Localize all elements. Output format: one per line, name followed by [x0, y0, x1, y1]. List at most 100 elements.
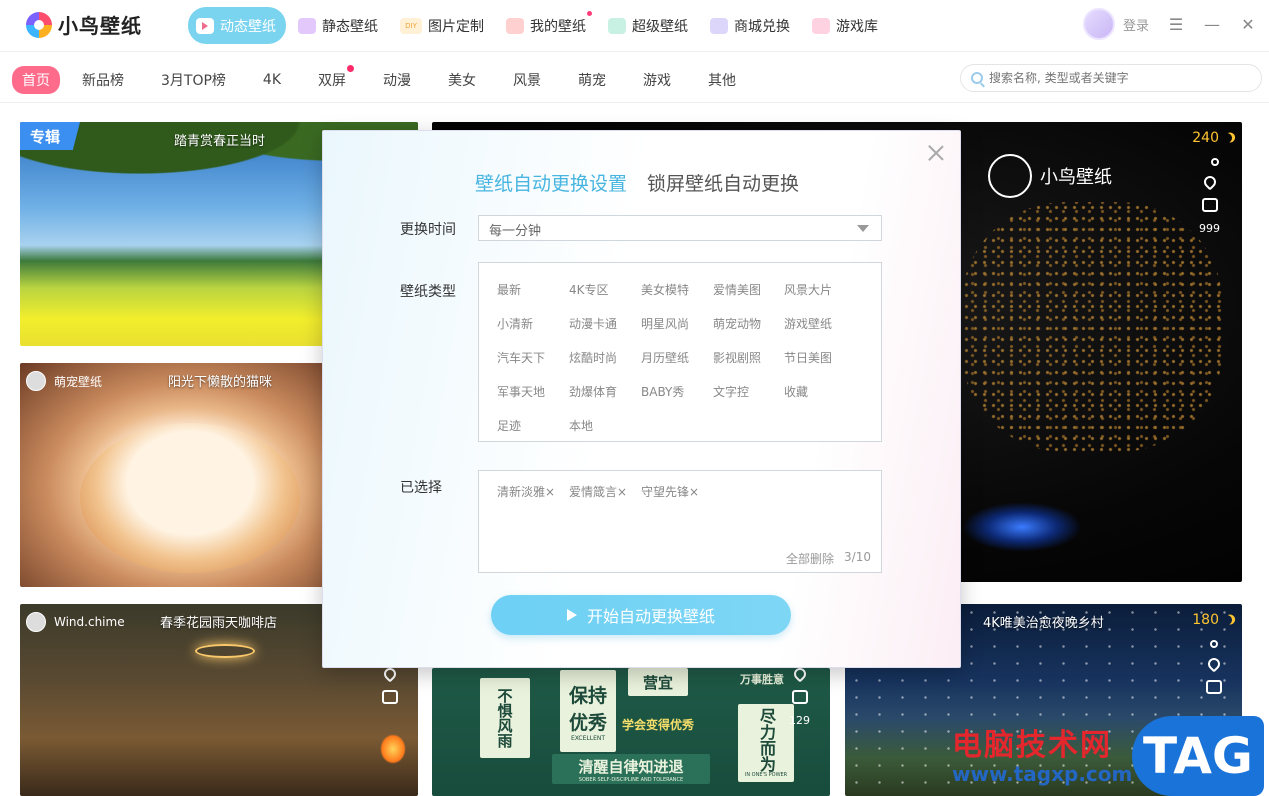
type-option[interactable]: 明星风尚: [641, 315, 689, 332]
tab-wallpaper-auto-change[interactable]: 壁纸自动更换设置: [475, 169, 627, 196]
card-actions: [381, 665, 399, 704]
note-subtext: EXCELLENT: [570, 734, 606, 742]
type-option[interactable]: 4K专区: [569, 281, 609, 298]
card-user: 萌宠壁纸: [26, 371, 102, 391]
category-march-top[interactable]: 3月TOP榜: [151, 66, 236, 94]
type-option[interactable]: 劲爆体育: [569, 383, 617, 400]
fireplace-decoration: [380, 734, 406, 764]
nav-item-game-library[interactable]: 游戏库: [804, 7, 888, 44]
comment-icon[interactable]: [1201, 198, 1218, 212]
diy-icon: DIY: [400, 17, 422, 34]
note-text: 清醒自律知进退: [578, 757, 684, 776]
comment-icon[interactable]: [1206, 680, 1222, 694]
note-card: 不惧风雨: [480, 678, 530, 758]
type-option[interactable]: 动漫卡通: [569, 315, 617, 332]
type-option[interactable]: 收藏: [784, 383, 808, 400]
selected-chip[interactable]: 守望先锋×: [641, 483, 699, 500]
category-home[interactable]: 首页: [12, 66, 60, 94]
category-other[interactable]: 其他: [698, 66, 746, 94]
close-window-icon[interactable]: ✕: [1239, 15, 1257, 34]
type-option[interactable]: 炫酷时尚: [569, 349, 617, 366]
type-option[interactable]: 影视剧照: [713, 349, 761, 366]
type-option[interactable]: 文字控: [713, 383, 749, 400]
type-option[interactable]: 节日美图: [784, 349, 832, 366]
chandelier-decoration: [195, 644, 255, 658]
watermark-site-name: 电脑技术网: [952, 728, 1112, 763]
heart-icon[interactable]: [381, 665, 399, 683]
nav-item-dynamic-wallpaper[interactable]: 动态壁纸: [188, 7, 286, 44]
comment-count: 129: [789, 714, 810, 727]
share-icon[interactable]: [1210, 640, 1218, 648]
start-button-label: 开始自动更换壁纸: [586, 607, 715, 626]
nav-label: 静态壁纸: [322, 18, 378, 35]
category-list: 首页 新品榜 3月TOP榜 4K 双屏 动漫 美女 风景 萌宠 游戏 其他: [12, 65, 763, 94]
share-icon[interactable]: [1210, 158, 1219, 166]
wallpaper-card-motivation[interactable]: 不惧风雨 保持优秀 EXCELLENT 营宜 万事胜意 学会变得优秀 清醒自律知…: [432, 668, 830, 796]
type-option[interactable]: 萌宠动物: [713, 315, 761, 332]
interval-select[interactable]: 每一分钟: [478, 215, 882, 241]
wallpaper-card-cat[interactable]: 萌宠壁纸 阳光下懒散的猫咪: [20, 363, 326, 587]
type-option[interactable]: 小清新: [497, 315, 533, 332]
nav-item-static-wallpaper[interactable]: 静态壁纸: [290, 7, 388, 44]
nav-label: 商城兑换: [734, 18, 790, 35]
category-pets[interactable]: 萌宠: [568, 66, 616, 94]
nav-label: 超级壁纸: [632, 18, 688, 35]
window-controls: 登录 ☰ — ✕: [1082, 8, 1257, 40]
type-option[interactable]: 本地: [569, 417, 593, 434]
app-logo[interactable]: 小鸟壁纸: [26, 10, 142, 39]
tab-lockscreen-auto-change[interactable]: 锁屏壁纸自动更换: [647, 169, 799, 196]
category-4k[interactable]: 4K: [253, 68, 291, 92]
type-option[interactable]: 爱情美图: [713, 281, 761, 298]
start-auto-change-button[interactable]: 开始自动更换壁纸: [491, 595, 791, 635]
note-text: 保持优秀: [568, 684, 607, 734]
heart-icon[interactable]: [1201, 173, 1218, 191]
type-option[interactable]: 最新: [497, 281, 521, 298]
nav-item-store-exchange[interactable]: 商城兑换: [702, 7, 800, 44]
category-new[interactable]: 新品榜: [72, 66, 134, 94]
comment-icon[interactable]: [382, 690, 398, 704]
menu-icon[interactable]: ☰: [1167, 15, 1185, 34]
motto-text: 学会变得优秀: [622, 718, 695, 732]
category-scenery[interactable]: 风景: [503, 66, 551, 94]
card-actions: 129: [789, 668, 810, 727]
auto-change-settings-dialog: 壁纸自动更换设置 锁屏壁纸自动更换 更换时间 每一分钟 壁纸类型 最新 4K专区…: [322, 130, 961, 668]
type-option[interactable]: BABY秀: [641, 383, 684, 400]
search-icon: [971, 72, 983, 84]
login-link[interactable]: 登录: [1123, 15, 1149, 34]
category-games[interactable]: 游戏: [633, 66, 681, 94]
nav-item-my-wallpaper[interactable]: 我的壁纸: [498, 7, 596, 44]
selected-footer: 全部删除 3/10: [786, 550, 871, 567]
comment-icon[interactable]: [791, 690, 808, 704]
search-box[interactable]: [960, 64, 1262, 92]
type-option[interactable]: 军事天地: [497, 383, 545, 400]
card-actions: [1205, 640, 1223, 694]
interval-value: 每一分钟: [489, 224, 542, 239]
selected-chip[interactable]: 清新淡雅×: [497, 483, 555, 500]
type-option[interactable]: 汽车天下: [497, 349, 545, 366]
card-title: 踏青赏春正当时: [174, 134, 266, 149]
category-beauty[interactable]: 美女: [438, 66, 486, 94]
type-option[interactable]: 美女模特: [641, 281, 689, 298]
close-icon[interactable]: [928, 145, 944, 161]
selected-count: 3/10: [844, 550, 871, 564]
heart-icon[interactable]: [791, 668, 808, 683]
clear-all-button[interactable]: 全部删除: [786, 550, 834, 567]
notification-dot: [587, 11, 592, 16]
category-dual-screen[interactable]: 双屏: [308, 65, 356, 94]
play-icon: [566, 609, 577, 621]
minimize-icon[interactable]: —: [1203, 15, 1221, 34]
heart-icon[interactable]: [1205, 655, 1223, 673]
type-option[interactable]: 风景大片: [784, 281, 832, 298]
card-title: 春季花园雨天咖啡店: [160, 616, 278, 631]
type-option[interactable]: 足迹: [497, 417, 521, 434]
dialog-tabs: 壁纸自动更换设置 锁屏壁纸自动更换: [475, 169, 799, 196]
type-option[interactable]: 月历壁纸: [641, 349, 689, 366]
search-input[interactable]: [989, 71, 1249, 85]
selected-chip[interactable]: 爱情箴言×: [569, 483, 627, 500]
avatar[interactable]: [1082, 8, 1115, 40]
nav-item-super-wallpaper[interactable]: 超级壁纸: [600, 7, 698, 44]
watermark-tag-logo: TAG: [1132, 716, 1264, 796]
type-option[interactable]: 游戏壁纸: [784, 315, 832, 332]
nav-item-custom-image[interactable]: DIY 图片定制: [392, 7, 494, 44]
category-anime[interactable]: 动漫: [373, 66, 421, 94]
